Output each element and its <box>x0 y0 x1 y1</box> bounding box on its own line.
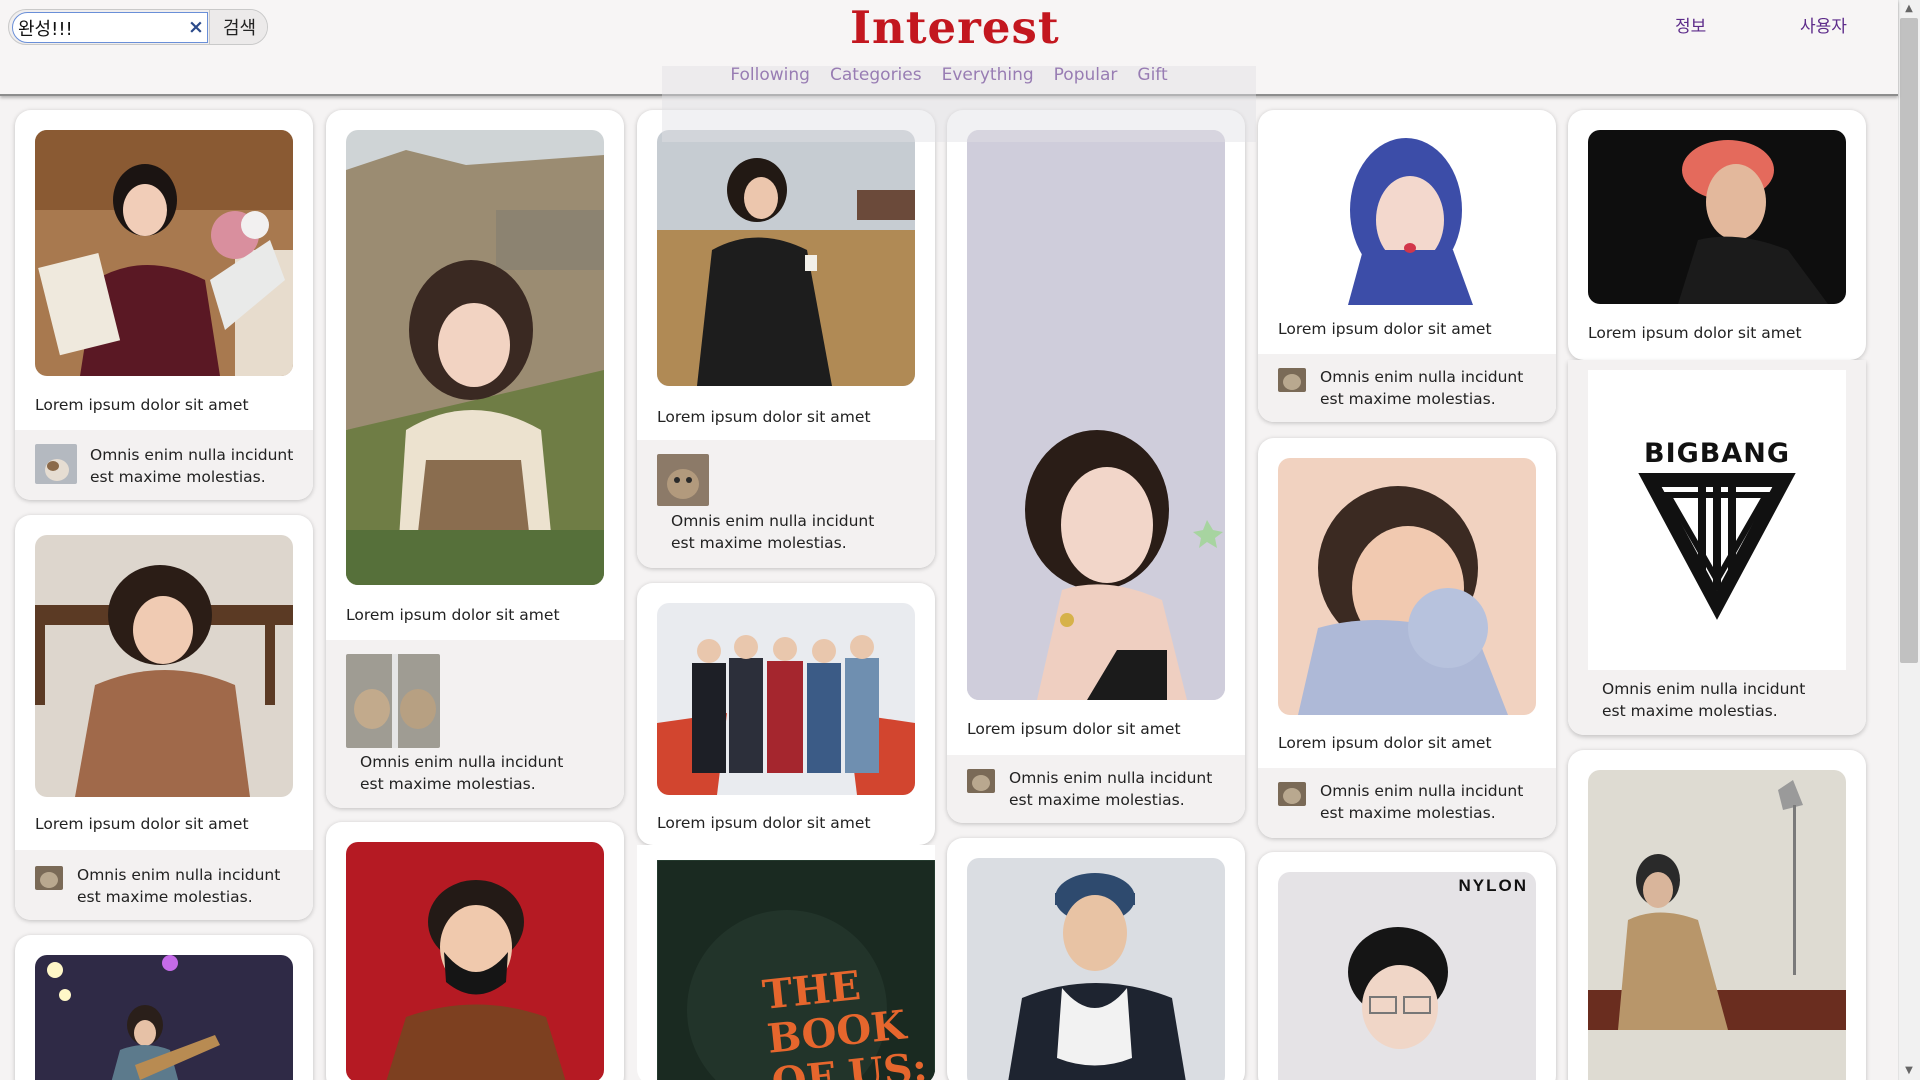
pin-footer: Omnis enim nulla incidunt est maxime mole… <box>637 440 935 568</box>
album-title: THE BOOK OF US: <box>760 962 930 1080</box>
pin-image[interactable] <box>1278 130 1536 305</box>
pin-card[interactable]: Lorem ipsum dolor sit amet <box>1568 110 1866 360</box>
pin-footer: Omnis enim nulla incidunt est maxime mole… <box>947 755 1245 823</box>
pin-title: Lorem ipsum dolor sit amet <box>35 396 249 414</box>
pin-footer: Omnis enim nulla incidunt est maxime mole… <box>15 850 313 920</box>
pin-image[interactable] <box>346 130 604 585</box>
pin-card[interactable]: Lorem ipsum dolor sit amet Omnis enim nu… <box>1258 438 1556 838</box>
pin-image[interactable] <box>1588 770 1846 1080</box>
cat-thumbnail <box>35 444 77 484</box>
pin-card[interactable]: Lorem ipsum dolor sit amet <box>637 583 935 845</box>
pin-card[interactable]: Lorem ipsum dolor sit amet Omnis enim nu… <box>1258 110 1556 422</box>
close-icon[interactable]: × <box>187 18 205 37</box>
pin-card[interactable]: Lorem ipsum dolor sit amet Omnis enim nu… <box>15 110 313 500</box>
pin-description: Omnis enim nulla incidunt est maxime mole… <box>1320 782 1524 822</box>
pin-card[interactable] <box>947 838 1245 1080</box>
magazine-logo: NYLON <box>1458 876 1528 895</box>
pin-footer: Omnis enim nulla incidunt est maxime mole… <box>1258 354 1556 422</box>
cat-thumbnail <box>1278 368 1306 392</box>
pin-image[interactable] <box>1278 458 1536 715</box>
cat-thumbnail <box>967 769 995 793</box>
bigbang-logo-image[interactable]: BIGBANG <box>1588 370 1846 670</box>
pin-description: Omnis enim nulla incidunt est maxime mole… <box>360 753 564 793</box>
pin-title: Lorem ipsum dolor sit amet <box>346 606 560 624</box>
pin-image[interactable]: NYLON <box>1278 872 1536 1080</box>
cat-thumbnail <box>35 866 63 890</box>
album-cover-image[interactable]: THE BOOK OF US: <box>657 860 935 1080</box>
scroll-down-arrow[interactable]: ▼ <box>1898 1062 1920 1080</box>
pin-title: Lorem ipsum dolor sit amet <box>1588 324 1802 342</box>
info-link[interactable]: 정보 <box>1675 12 1706 37</box>
scrollbar-thumb[interactable] <box>1900 18 1918 663</box>
pin-image[interactable] <box>35 535 293 797</box>
search-bar: × 검색 <box>8 9 268 45</box>
pin-description: Omnis enim nulla incidunt est maxime mole… <box>671 512 875 552</box>
pin-title: Lorem ipsum dolor sit amet <box>967 720 1181 738</box>
top-header: × 검색 Interest 정보 사용자 Following Categorie… <box>0 0 1898 96</box>
pin-footer: Omnis enim nulla incidunt est maxime mole… <box>326 640 624 808</box>
pin-image[interactable] <box>35 955 293 1080</box>
pin-card[interactable] <box>15 935 313 1080</box>
pin-image[interactable] <box>657 130 915 386</box>
pin-card[interactable]: THE BOOK OF US: <box>637 845 935 1080</box>
pin-card[interactable]: BIGBANG Omnis enim nulla incidunt est max… <box>1568 360 1866 735</box>
nav-gift[interactable]: Gift <box>1137 64 1167 86</box>
pin-card[interactable] <box>1568 750 1866 1080</box>
pin-card[interactable]: Lorem ipsum dolor sit amet Omnis enim nu… <box>15 515 313 920</box>
pin-title: Lorem ipsum dolor sit amet <box>1278 734 1492 752</box>
category-nav: Following Categories Everything Popular … <box>0 64 1898 86</box>
pin-image[interactable] <box>35 130 293 376</box>
pin-title: Lorem ipsum dolor sit amet <box>1278 320 1492 338</box>
pin-description: Omnis enim nulla incidunt est maxime mole… <box>90 446 294 486</box>
nav-everything[interactable]: Everything <box>942 64 1034 86</box>
pin-card[interactable]: NYLON <box>1258 852 1556 1080</box>
pin-description: Omnis enim nulla incidunt est maxime mole… <box>77 866 281 906</box>
pin-title: Lorem ipsum dolor sit amet <box>35 815 249 833</box>
search-button[interactable]: 검색 <box>209 10 267 44</box>
nav-popular[interactable]: Popular <box>1054 64 1118 86</box>
nav-following[interactable]: Following <box>730 64 810 86</box>
pin-card[interactable]: Lorem ipsum dolor sit amet Omnis enim nu… <box>637 110 935 568</box>
user-link[interactable]: 사용자 <box>1800 12 1847 37</box>
pin-title: Lorem ipsum dolor sit amet <box>657 408 871 426</box>
pin-image[interactable] <box>1588 130 1846 304</box>
pin-description: Omnis enim nulla incidunt est maxime mole… <box>1602 680 1806 720</box>
search-input[interactable] <box>12 12 208 43</box>
nav-categories[interactable]: Categories <box>830 64 922 86</box>
pin-card[interactable]: Lorem ipsum dolor sit amet Omnis enim nu… <box>947 110 1245 823</box>
pin-image[interactable] <box>967 858 1225 1080</box>
cat-thumbnail <box>1278 782 1306 806</box>
bigbang-logo-text: BIGBANG <box>1643 438 1791 469</box>
pin-title: Lorem ipsum dolor sit amet <box>657 814 871 832</box>
pin-card[interactable]: Lorem ipsum dolor sit amet Omnis enim nu… <box>326 110 624 808</box>
pin-image[interactable] <box>967 130 1225 700</box>
cat-thumbnail <box>657 454 709 506</box>
pin-description: Omnis enim nulla incidunt est maxime mole… <box>1320 368 1524 408</box>
pin-image[interactable] <box>657 603 915 795</box>
site-logo[interactable]: Interest <box>850 0 1059 56</box>
pin-card[interactable] <box>326 822 624 1080</box>
pin-footer: Omnis enim nulla incidunt est maxime mole… <box>1258 768 1556 838</box>
pin-description: Omnis enim nulla incidunt est maxime mole… <box>1009 769 1213 809</box>
cat-thumbnail <box>346 654 440 748</box>
pin-image[interactable] <box>346 842 604 1080</box>
pin-footer: Omnis enim nulla incidunt est maxime mole… <box>15 430 313 500</box>
scroll-up-arrow[interactable]: ▲ <box>1898 0 1920 18</box>
